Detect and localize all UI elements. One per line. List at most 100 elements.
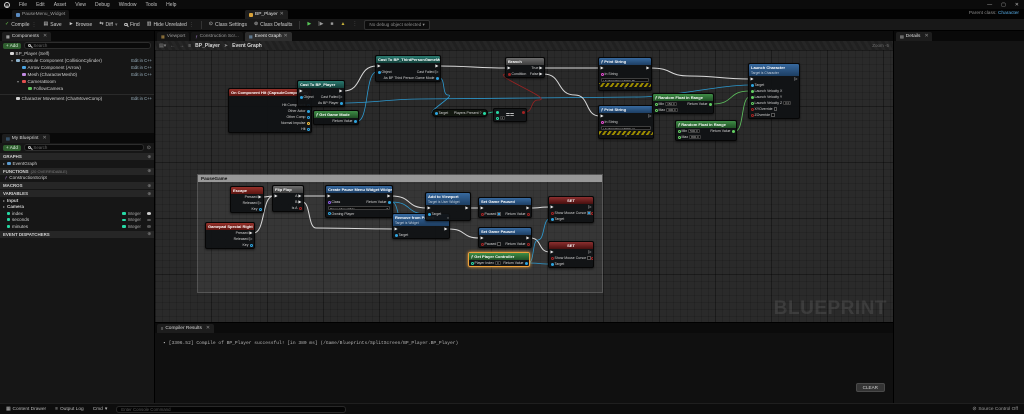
- visibility-eye-icon[interactable]: [147, 219, 151, 222]
- data-pin[interactable]: [250, 244, 253, 247]
- play-options-button[interactable]: ⋮: [352, 22, 357, 27]
- class-settings-button[interactable]: ⊙Class Settings: [209, 22, 247, 28]
- add-icon[interactable]: ⊕: [147, 183, 151, 189]
- data-pin[interactable]: [471, 262, 474, 265]
- expand-caret-icon[interactable]: ▾: [16, 79, 20, 84]
- data-pin[interactable]: [751, 96, 754, 99]
- section-header[interactable]: GRAPHS⊕: [0, 153, 154, 160]
- data-pin[interactable]: [655, 109, 658, 112]
- debug-object-dropdown[interactable]: No debug object selected ▾: [364, 20, 429, 30]
- tab-bp-player[interactable]: BP_Player ✕: [245, 10, 288, 19]
- exec-pin[interactable]: ▶: [551, 205, 554, 209]
- add-icon[interactable]: ⊕: [147, 168, 151, 174]
- exec-pin[interactable]: ▶: [539, 72, 542, 76]
- node-get-player-controller[interactable]: ƒGet Player ControllerPlayer Index0Retur…: [468, 252, 530, 267]
- tab-components[interactable]: ▦ Components✕: [2, 32, 51, 41]
- exec-pin[interactable]: ▷: [794, 77, 797, 81]
- pin-value-input[interactable]: 2: [500, 116, 506, 120]
- tab-compiler-results[interactable]: ≡ Compiler Results✕: [157, 324, 214, 333]
- node-cast-to-bp-player[interactable]: Cast To BP_Player▶▶ObjectCast Failed▷As …: [297, 80, 345, 107]
- parent-class-link[interactable]: Character: [998, 11, 1019, 16]
- data-pin[interactable]: [601, 121, 604, 124]
- forward-arrow-icon[interactable]: →: [179, 43, 184, 49]
- data-pin[interactable]: [395, 234, 398, 237]
- string-value-input[interactable]: LAUNCHING! MODE B!: [601, 78, 649, 83]
- edit-in-cpp-link[interactable]: Edit in C++: [131, 96, 152, 101]
- visibility-eye-icon[interactable]: [147, 212, 151, 215]
- exec-pin[interactable]: ▷: [435, 70, 438, 74]
- pin-checkbox[interactable]: [497, 242, 501, 246]
- node-set-game-paused-1[interactable]: Set Game Paused▶▶PausedReturn Value: [478, 197, 532, 218]
- data-pin[interactable]: [551, 212, 554, 215]
- my-blueprint-search-input[interactable]: Search: [24, 144, 144, 151]
- data-pin[interactable]: [751, 90, 754, 93]
- add-icon[interactable]: ⊕: [147, 154, 151, 160]
- pin-value-input[interactable]: 500.0: [688, 129, 700, 133]
- components-search-input[interactable]: Search: [24, 42, 151, 49]
- data-pin[interactable]: [496, 117, 499, 120]
- frame-skip-button[interactable]: |▶: [318, 22, 323, 27]
- exec-pin[interactable]: ▷: [339, 95, 342, 99]
- component-row[interactable]: Arrow Component (Arrow)Edit in C++: [0, 64, 154, 71]
- data-pin[interactable]: [428, 213, 431, 216]
- exec-pin[interactable]: ▶: [481, 236, 484, 240]
- data-pin[interactable]: [551, 263, 554, 266]
- tab-construction-script[interactable]: ƒConstruction Scr...: [191, 32, 242, 41]
- exec-pin[interactable]: ▷: [258, 201, 261, 205]
- data-pin[interactable]: [508, 73, 511, 76]
- data-pin[interactable]: [354, 120, 357, 123]
- class-defaults-button[interactable]: ⊚Class Defaults: [254, 22, 292, 28]
- close-icon[interactable]: ✕: [43, 34, 47, 39]
- clear-button[interactable]: CLEAR: [856, 383, 885, 392]
- data-pin[interactable]: [527, 213, 530, 216]
- data-pin[interactable]: [328, 201, 331, 204]
- find-button[interactable]: Find: [124, 22, 139, 28]
- edit-in-cpp-link[interactable]: Edit in C++: [131, 65, 152, 70]
- add-blueprint-item-button[interactable]: + Add: [3, 145, 21, 151]
- node-launch-character[interactable]: Launch CharacterTarget is Character▶▷Tar…: [748, 63, 800, 119]
- node-branch[interactable]: Branch▶True▶ConditionFalse▶: [505, 57, 545, 78]
- data-pin[interactable]: [522, 111, 525, 114]
- section-header[interactable]: VARIABLES⊕: [0, 190, 154, 197]
- close-icon[interactable]: ✕: [206, 326, 210, 331]
- data-pin[interactable]: [527, 243, 530, 246]
- node-add-to-viewport[interactable]: Add to ViewportTarget is User Widget▶▶Ta…: [425, 192, 471, 221]
- tab-event-graph[interactable]: ▦Event Graph✕: [245, 32, 292, 41]
- data-pin[interactable]: [496, 111, 499, 114]
- event-graph-canvas[interactable]: BLUEPRINT PauseGame On Component Hit (Ca…: [155, 50, 893, 322]
- breadcrumb-graph[interactable]: Event Graph: [232, 43, 262, 49]
- menu-asset[interactable]: Asset: [54, 2, 67, 8]
- window-maximize-button[interactable]: ▢: [1001, 2, 1006, 8]
- exec-pin[interactable]: ▶: [298, 194, 301, 198]
- window-minimize-button[interactable]: —: [987, 2, 992, 8]
- browse-button[interactable]: ►Browse: [69, 22, 93, 28]
- data-pin[interactable]: [551, 218, 554, 221]
- node-get-game-mode[interactable]: ƒGet Game ModeReturn Value: [313, 110, 359, 125]
- variable-row-minutes[interactable]: minutesInteger: [0, 223, 154, 230]
- back-arrow-icon[interactable]: ←: [170, 43, 175, 49]
- node-random-float-1[interactable]: ƒRandom Float in RangeMin150.0Return Val…: [652, 93, 714, 114]
- advanced-caret-icon[interactable]: ▾: [426, 217, 470, 220]
- data-pin[interactable]: [655, 103, 658, 106]
- settings-gear-icon[interactable]: ⊙: [147, 145, 151, 151]
- exec-pin[interactable]: ▶: [428, 206, 431, 210]
- component-row[interactable]: BP_Player (Self): [0, 50, 154, 57]
- exec-pin[interactable]: ▶: [444, 227, 447, 231]
- edit-in-cpp-link[interactable]: Edit in C++: [131, 72, 152, 77]
- component-row[interactable]: Character Movement (CharMoveComp)Edit in…: [0, 94, 154, 101]
- menu-view[interactable]: View: [75, 2, 86, 8]
- menu-window[interactable]: Window: [119, 2, 137, 8]
- stop-button[interactable]: ■: [330, 22, 333, 27]
- diff-button[interactable]: ⇆Diff▾: [99, 22, 117, 28]
- exec-pin[interactable]: ▶: [465, 206, 468, 210]
- data-pin[interactable]: [551, 257, 554, 260]
- tab-my-blueprint[interactable]: ▤ My Blueprint✕: [2, 134, 50, 143]
- node-set-show-mouse-cursor-2[interactable]: SET▶▷Show Mouse CursorTarget: [548, 241, 594, 268]
- exec-pin[interactable]: ▶: [249, 231, 252, 235]
- content-drawer-button[interactable]: ▦Content Drawer: [6, 407, 46, 412]
- breadcrumb-asset[interactable]: BP_Player: [195, 43, 220, 49]
- exec-pin[interactable]: ▶: [339, 89, 342, 93]
- pin-value-input[interactable]: 0: [495, 261, 501, 265]
- menu-tools[interactable]: Tools: [145, 2, 157, 8]
- tab-viewport[interactable]: ▦Viewport: [157, 32, 189, 41]
